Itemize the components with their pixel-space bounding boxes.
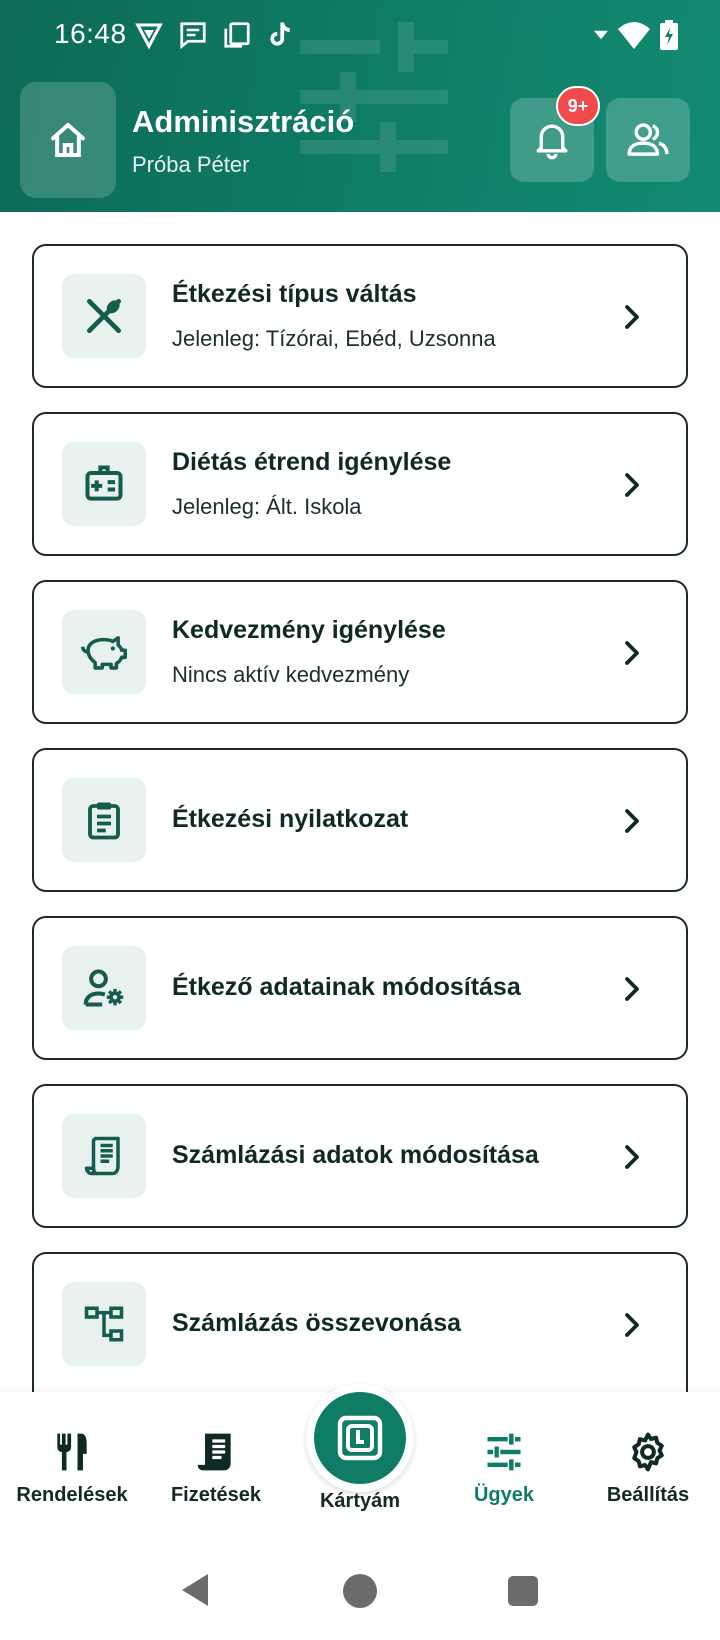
wifi-icon [618,22,650,49]
card-icon-box [62,274,146,358]
chevron-right-icon [625,1313,639,1337]
card-meal-type-change[interactable]: Étkezési típus váltás Jelenleg: Tízórai,… [32,244,688,388]
card-subtitle: Jelenleg: Tízórai, Ebéd, Uzsonna [172,326,496,351]
medical-id-icon [85,465,123,501]
gear-icon [632,1432,664,1472]
merge-tree-icon [84,1306,124,1342]
receipt-icon [197,1433,231,1471]
nav-label: Beállítás [606,1484,690,1506]
card-icon-box [62,442,146,526]
status-time: 16:48 [54,18,127,49]
status-bar: 16:48 [0,0,720,72]
signal-icon [594,30,608,40]
recent-apps-button[interactable] [508,1576,538,1606]
card-icon-box [62,946,146,1030]
page-title: Adminisztráció [132,104,355,139]
fork-knife-icon [57,1433,87,1471]
card-title: Étkezési nyilatkozat [172,805,409,833]
receipt-icon [84,1136,120,1176]
home-button[interactable] [20,82,116,198]
back-icon[interactable] [180,1572,210,1608]
status-notification-icons [134,20,296,50]
chevron-right-icon [625,809,639,833]
chevron-right-icon [625,641,639,665]
chevron-right-icon [625,473,639,497]
my-card-button[interactable] [306,1384,414,1492]
nav-label: Fizetések [170,1484,262,1506]
card-discount-request[interactable]: Kedvezmény igénylése Nincs aktív kedvezm… [32,580,688,724]
status-system-icons [594,20,678,50]
nav-label: Ügyek [473,1484,535,1506]
utensils-icon [86,298,122,334]
piggy-bank-icon [81,636,127,670]
card-billing-data-edit[interactable]: Számlázási adatok módosítása [32,1084,688,1228]
vpn-shield-icon [135,23,163,50]
home-icon [51,123,85,157]
card-subtitle: Jelenleg: Ált. Iskola [172,494,362,519]
card-title: Diétás étrend igénylése [172,448,452,476]
card-diner-data-edit[interactable]: Étkező adatainak módosítása [32,916,688,1060]
card-icon-box [62,778,146,862]
card-title: Kedvezmény igénylése [172,616,446,644]
tiktok-icon [270,22,290,46]
clipboard-icon [88,802,120,840]
system-navigation-bar [0,1532,720,1640]
card-title: Számlázási adatok módosítása [172,1141,539,1169]
message-icon [180,22,206,50]
card-title: Étkező adatainak módosítása [172,973,521,1001]
system-home-button[interactable] [343,1574,377,1608]
card-billing-merge[interactable]: Számlázás összevonása [32,1252,688,1392]
profiles-button[interactable] [606,98,690,182]
my-card-button-circle [314,1392,406,1484]
nav-payments[interactable]: Fizetések [146,1430,286,1507]
card-icon-box [62,1282,146,1366]
battery-icon [660,20,678,50]
my-card-label: Kártyám [319,1490,401,1512]
card-diet-request[interactable]: Diétás étrend igénylése Jelenleg: Ált. I… [32,412,688,556]
nav-settings[interactable]: Beállítás [578,1430,718,1507]
copy-icon [224,22,250,48]
nav-cases[interactable]: Ügyek [434,1430,574,1507]
bell-icon [536,124,568,160]
nav-label: Rendelések [16,1484,128,1506]
card-icon-box [62,1114,146,1198]
notification-badge: 9+ [556,86,600,126]
card-title: Számlázás összevonása [172,1309,462,1337]
chevron-right-icon [625,305,639,329]
user-settings-icon [83,969,124,1007]
card-icon-box [62,610,146,694]
card-meal-declaration[interactable]: Étkezési nyilatkozat [32,748,688,892]
card-title: Étkezési típus váltás [172,280,417,308]
chevron-right-icon [625,1145,639,1169]
sliders-icon [487,1433,521,1471]
nav-orders[interactable]: Rendelések [2,1430,142,1507]
card-icon [337,1415,383,1461]
chevron-right-icon [625,977,639,1001]
user-name: Próba Péter [132,152,250,177]
card-subtitle: Nincs aktív kedvezmény [172,662,410,687]
users-icon [627,123,669,156]
app-header: 16:48 Adminisztráció Próba Péter 9+ [0,0,720,212]
